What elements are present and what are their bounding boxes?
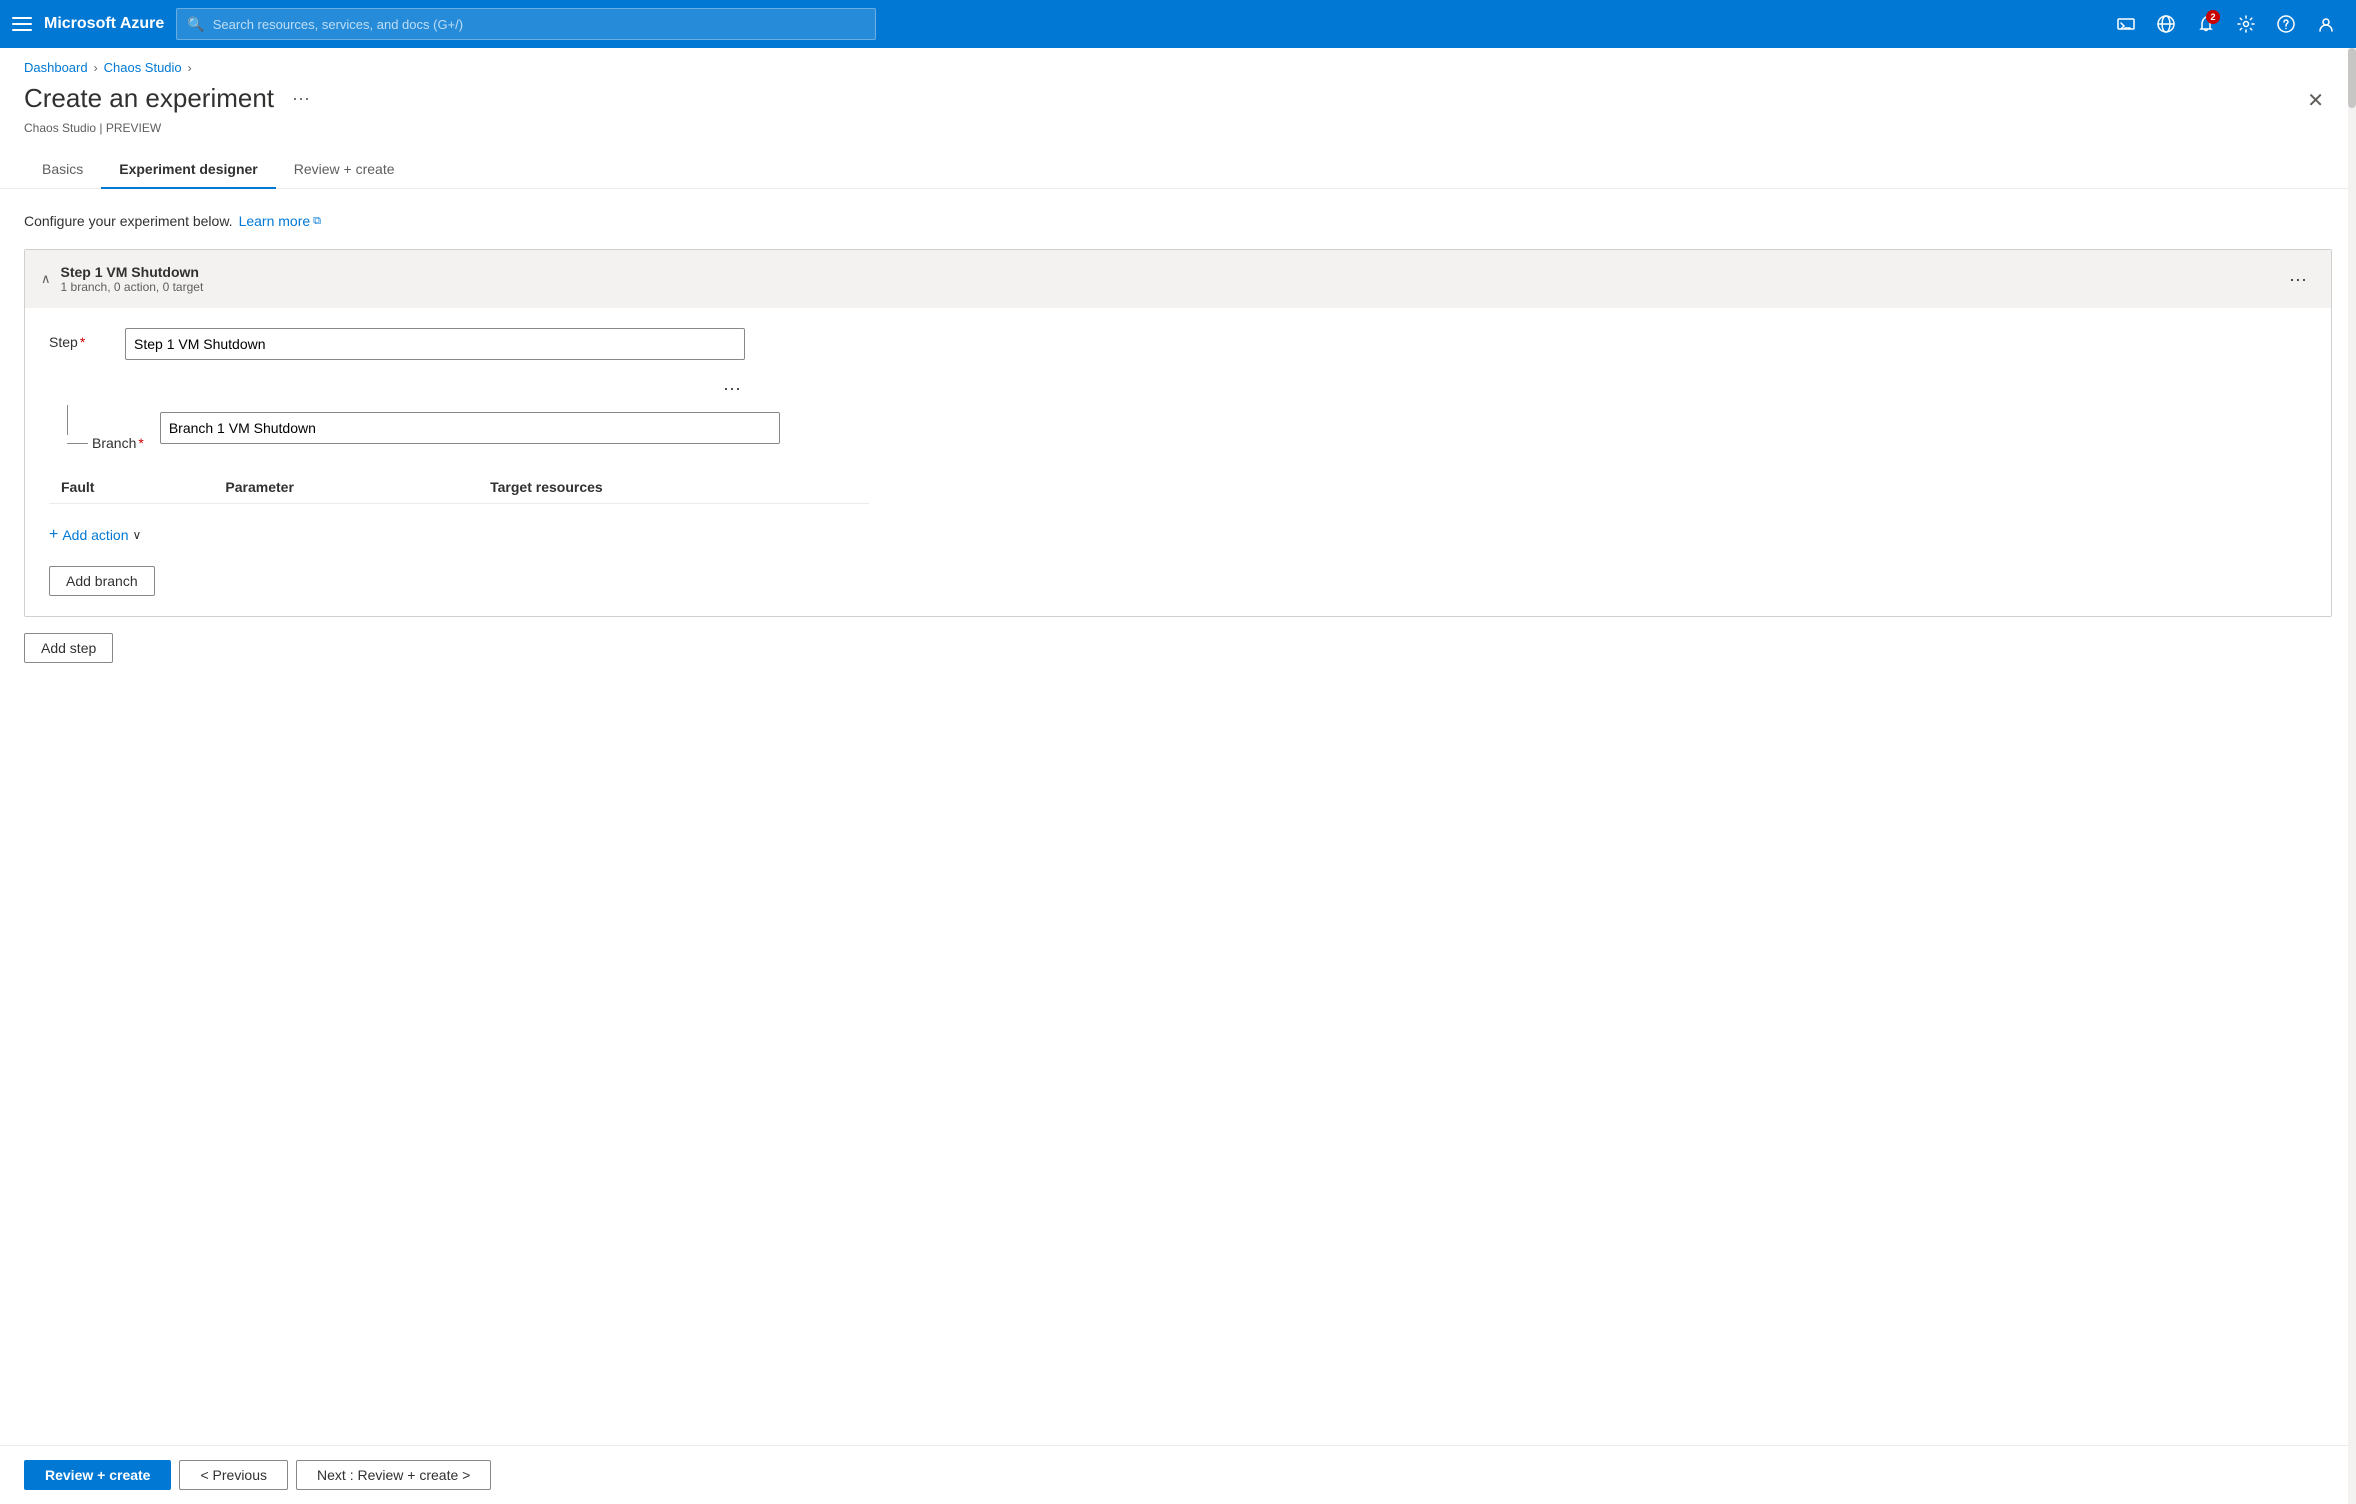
page-header: Create an experiment ··· ✕ [0, 75, 2356, 119]
add-action-chevron-icon: ∨ [133, 528, 142, 542]
branch-more-button[interactable]: ··· [715, 376, 749, 401]
step-name-input[interactable] [125, 328, 745, 360]
help-button[interactable] [2268, 6, 2304, 42]
scrollbar-thumb[interactable] [2348, 48, 2356, 108]
page-subtitle: Chaos Studio | PREVIEW [0, 119, 2356, 135]
branch-required-star: * [138, 435, 143, 451]
branch-name-input[interactable] [160, 412, 780, 444]
breadcrumb-dashboard[interactable]: Dashboard [24, 60, 88, 75]
breadcrumb: Dashboard › Chaos Studio › [0, 48, 2356, 75]
cloud-shell-button[interactable] [2108, 6, 2144, 42]
page-title-area: Create an experiment ··· [24, 83, 318, 114]
configure-description: Configure your experiment below. [24, 213, 233, 229]
breadcrumb-chaos-studio[interactable]: Chaos Studio [104, 60, 182, 75]
tab-experiment-designer[interactable]: Experiment designer [101, 151, 276, 189]
main-panel: Dashboard › Chaos Studio › Create an exp… [0, 48, 2356, 1504]
step-header[interactable]: ∧ Step 1 VM Shutdown 1 branch, 0 action,… [25, 250, 2331, 308]
directory-button[interactable] [2148, 6, 2184, 42]
search-input[interactable] [213, 17, 866, 32]
next-button[interactable]: Next : Review + create > [296, 1460, 491, 1490]
topbar-icons: 2 [2108, 6, 2344, 42]
step-header-left: ∧ Step 1 VM Shutdown 1 branch, 0 action,… [41, 264, 203, 294]
add-step-button[interactable]: Add step [24, 633, 113, 663]
page-title: Create an experiment [24, 83, 274, 114]
step-subtitle: 1 branch, 0 action, 0 target [61, 280, 204, 294]
hamburger-menu[interactable] [12, 17, 32, 31]
step-body: Step * ··· [25, 308, 2331, 616]
search-bar[interactable]: 🔍 [176, 8, 876, 40]
add-action-plus-icon: + [49, 526, 58, 544]
tab-review-create[interactable]: Review + create [276, 151, 413, 189]
external-link-icon: ⧉ [313, 215, 321, 228]
parameter-col-header: Parameter [213, 471, 478, 504]
scrollbar[interactable] [2348, 48, 2356, 1504]
bottom-bar: Review + create < Previous Next : Review… [0, 1445, 2356, 1504]
notification-badge: 2 [2206, 10, 2220, 24]
close-button[interactable]: ✕ [2299, 83, 2332, 119]
notifications-button[interactable]: 2 [2188, 6, 2224, 42]
step-collapse-icon: ∧ [41, 271, 51, 287]
breadcrumb-sep-2: › [188, 61, 192, 75]
breadcrumb-sep-1: › [94, 61, 98, 75]
brand-logo: Microsoft Azure [44, 15, 164, 33]
previous-button[interactable]: < Previous [179, 1460, 288, 1490]
step-more-button[interactable]: ··· [2281, 265, 2315, 294]
step-field-row: Step * [49, 328, 2307, 360]
configure-text: Configure your experiment below. Learn m… [24, 213, 2332, 229]
page-more-button[interactable]: ··· [284, 84, 318, 113]
tabs-container: Basics Experiment designer Review + crea… [0, 135, 2356, 189]
topbar: Microsoft Azure 🔍 2 [0, 0, 2356, 48]
step-title: Step 1 VM Shutdown [61, 264, 204, 280]
add-branch-button[interactable]: Add branch [49, 566, 155, 596]
fault-table: Fault Parameter Target resources [49, 471, 869, 504]
search-icon: 🔍 [187, 16, 204, 33]
branch-label: Branch [92, 435, 136, 451]
tab-basics[interactable]: Basics [24, 151, 101, 189]
step-required-star: * [80, 334, 85, 350]
step-container: ∧ Step 1 VM Shutdown 1 branch, 0 action,… [24, 249, 2332, 617]
review-create-button[interactable]: Review + create [24, 1460, 171, 1490]
step-field-label: Step * [49, 328, 109, 350]
settings-button[interactable] [2228, 6, 2264, 42]
add-action-button[interactable]: + Add action ∨ [49, 520, 141, 550]
account-button[interactable] [2308, 6, 2344, 42]
fault-col-header: Fault [49, 471, 213, 504]
content-area: Configure your experiment below. Learn m… [0, 189, 2356, 1445]
target-col-header: Target resources [478, 471, 869, 504]
learn-more-link[interactable]: Learn more ⧉ [239, 213, 321, 229]
add-action-row: + Add action ∨ [49, 520, 2307, 550]
